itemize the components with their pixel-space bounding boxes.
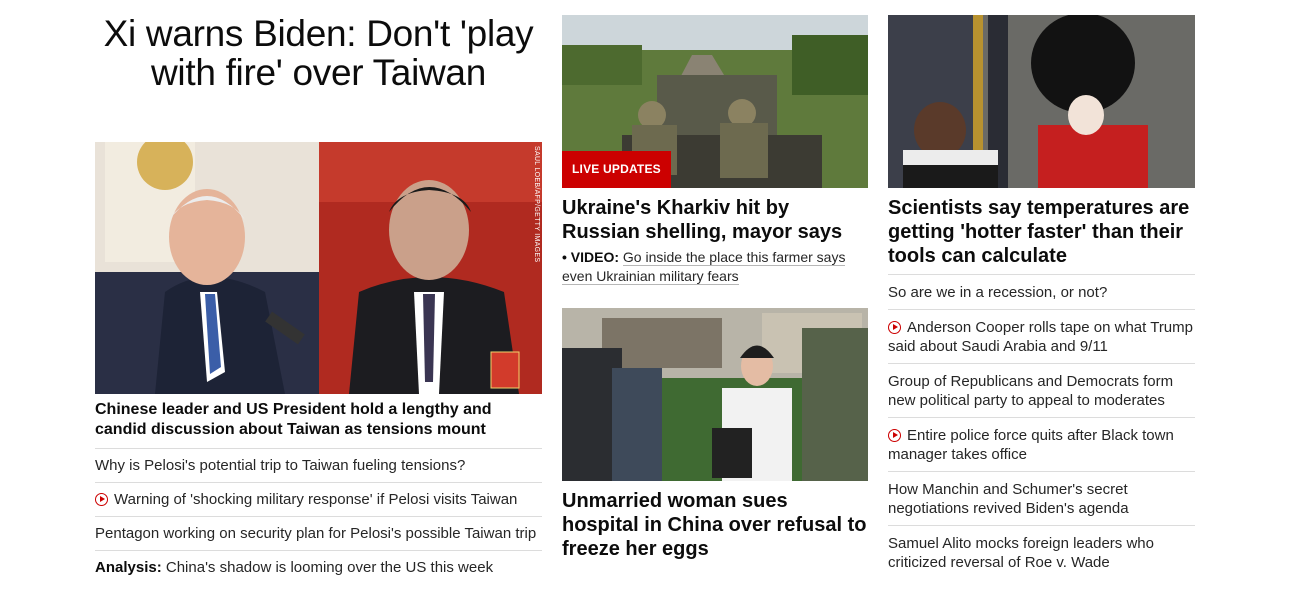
right-link[interactable]: Anderson Cooper rolls tape on what Trump… [888, 309, 1195, 363]
right-link-text[interactable]: Anderson Cooper rolls tape on what Trump… [888, 319, 1193, 355]
play-icon [888, 429, 901, 442]
related-link[interactable]: Pentagon working on security plan for Pe… [95, 516, 542, 550]
heat-photo [888, 15, 1195, 188]
video-sublink[interactable]: • VIDEO: Go inside the place this farmer… [562, 248, 862, 286]
play-icon [888, 321, 901, 334]
right-link-text[interactable]: Samuel Alito mocks foreign leaders who c… [888, 535, 1154, 571]
ukraine-story-image[interactable]: LIVE UPDATES [562, 15, 868, 188]
lead-headline[interactable]: Xi warns Biden: Don't 'play with fire' o… [95, 14, 542, 92]
right-link[interactable]: So are we in a recession, or not? [888, 274, 1195, 309]
related-link[interactable]: Why is Pelosi's potential trip to Taiwan… [95, 448, 542, 482]
heat-headline[interactable]: Scientists say temperatures are getting … [888, 196, 1195, 268]
related-link-text[interactable]: Warning of 'shocking military response' … [114, 491, 517, 508]
related-link-text[interactable]: China's shadow is looming over the US th… [166, 559, 493, 576]
related-link[interactable]: Warning of 'shocking military response' … [95, 482, 542, 516]
related-link[interactable]: Analysis: China's shadow is looming over… [95, 550, 542, 584]
right-links-list: So are we in a recession, or not? Anders… [888, 274, 1195, 579]
right-link[interactable]: Samuel Alito mocks foreign leaders who c… [888, 525, 1195, 579]
image-credit: SAUL LOEB/AFP/GETTY IMAGES [533, 146, 540, 263]
china-headline[interactable]: Unmarried woman sues hospital in China o… [562, 489, 868, 561]
lead-story-column: Xi warns Biden: Don't 'play with fire' o… [95, 0, 542, 576]
video-label: VIDEO: [570, 249, 620, 265]
right-link[interactable]: Entire police force quits after Black to… [888, 417, 1195, 471]
related-link-text[interactable]: Why is Pelosi's potential trip to Taiwan… [95, 457, 465, 474]
right-link-text[interactable]: So are we in a recession, or not? [888, 284, 1107, 301]
related-links-list: Why is Pelosi's potential trip to Taiwan… [95, 448, 542, 584]
ukraine-headline[interactable]: Ukraine's Kharkiv hit by Russian shellin… [562, 196, 862, 244]
right-link-text[interactable]: Entire police force quits after Black to… [888, 427, 1174, 463]
right-link-text[interactable]: Group of Republicans and Democrats form … [888, 373, 1173, 409]
china-story-image[interactable] [562, 308, 868, 481]
biden-photo [95, 142, 319, 394]
analysis-label: Analysis: [95, 559, 162, 576]
xi-photo [319, 142, 542, 394]
right-link[interactable]: Group of Republicans and Democrats form … [888, 363, 1195, 417]
lead-story-image[interactable]: SAUL LOEB/AFP/GETTY IMAGES [95, 142, 542, 394]
heat-story-image[interactable] [888, 15, 1195, 188]
live-updates-badge: LIVE UPDATES [562, 151, 671, 188]
play-icon [95, 493, 108, 506]
right-link-text[interactable]: How Manchin and Schumer's secret negotia… [888, 481, 1129, 517]
bullet: • [562, 249, 571, 265]
china-hospital-photo [562, 308, 868, 481]
lead-summary[interactable]: Chinese leader and US President hold a l… [95, 400, 542, 440]
right-link[interactable]: How Manchin and Schumer's secret negotia… [888, 471, 1195, 525]
related-link-text[interactable]: Pentagon working on security plan for Pe… [95, 525, 536, 542]
